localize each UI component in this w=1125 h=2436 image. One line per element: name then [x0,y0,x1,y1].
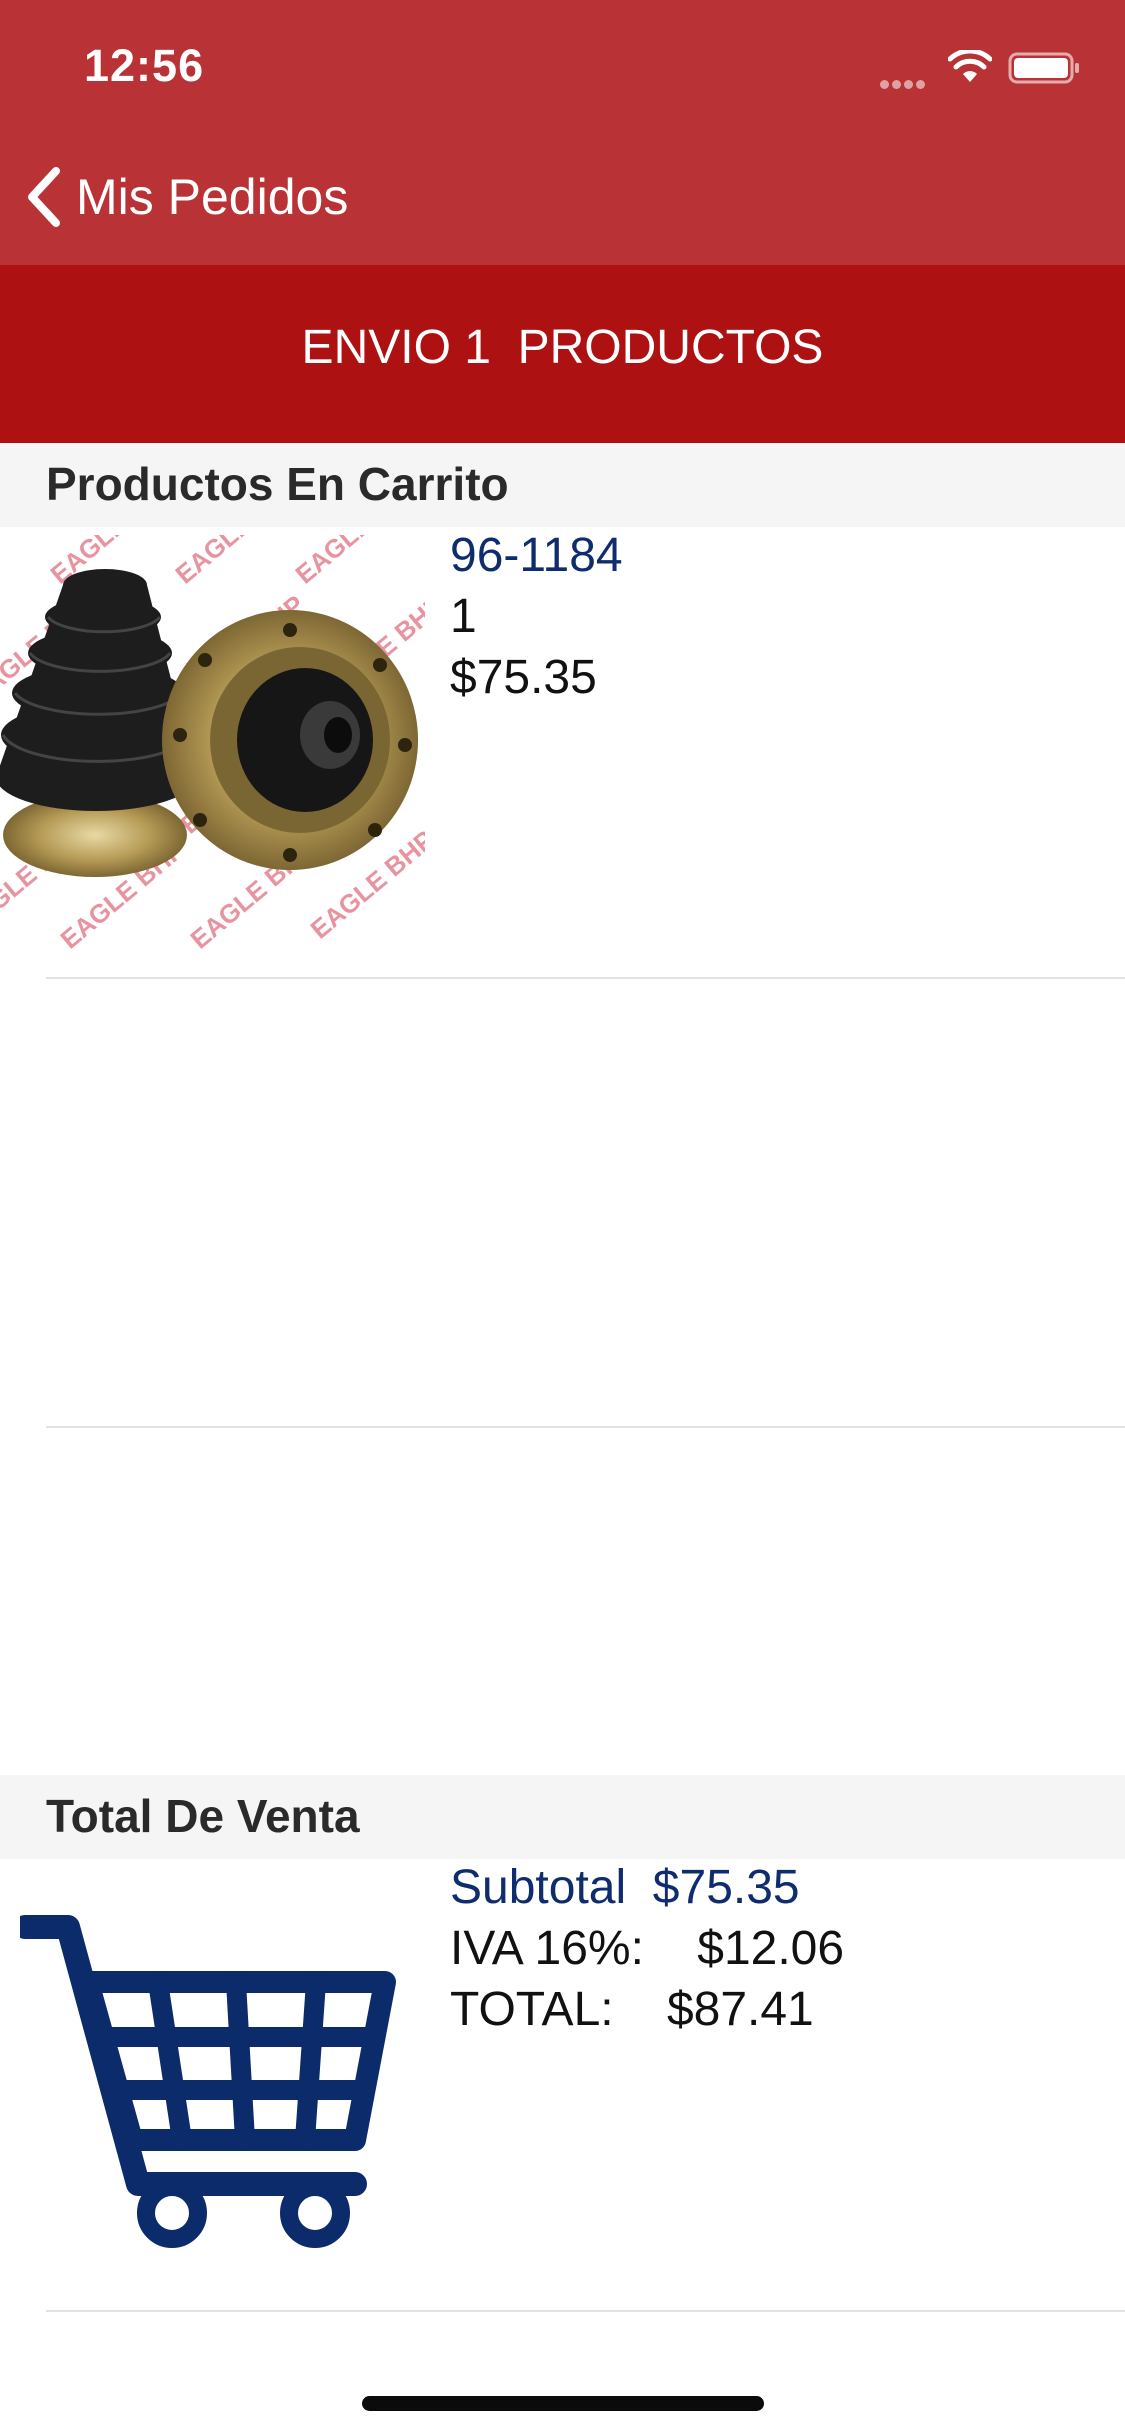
navigation-bar: 12:56 Mis Pedidos [0,0,1125,265]
product-image[interactable]: EAGLE BHP EAGLE BHP EAGLE BHP EAGLE BHP … [0,535,425,965]
totals-section-header: Total De Venta [0,1775,1125,1859]
chevron-left-icon [28,167,60,227]
wifi-icon [947,48,993,89]
product-code: 96-1184 [450,529,623,582]
cart-section-title: Productos En Carrito [46,458,509,510]
shipment-banner-label: ENVIO 1 PRODUCTOS [301,321,824,374]
back-label: Mis Pedidos [76,169,349,225]
cart-section-header: Productos En Carrito [0,443,1125,527]
signal-icon [880,76,928,94]
product-price: $75.35 [450,651,597,704]
tax-line: IVA 16%: $12.06 [450,1922,845,1975]
battery-icon [1008,52,1082,89]
totals-section-title: Total De Venta [46,1790,360,1842]
svg-text:EAGLE BHP: EAGLE BHP [290,535,425,590]
status-time: 12:56 [84,40,205,91]
svg-text:EAGLE BHP: EAGLE BHP [170,535,305,590]
cart-item[interactable]: 96-1184 1 $75.35 [450,525,623,708]
cart-icon [13,1910,400,2260]
row-divider [46,2310,1125,2312]
home-indicator[interactable] [362,2396,764,2411]
row-divider [46,1426,1125,1428]
subtotal-line: Subtotal $75.35 [450,1861,800,1914]
back-button[interactable]: Mis Pedidos [24,162,348,232]
shipment-banner: ENVIO 1 PRODUCTOS [0,265,1125,443]
totals-summary: Subtotal $75.35 IVA 16%: $12.06 TOTAL: $… [450,1857,844,2040]
total-line: TOTAL: $87.41 [450,1983,814,2036]
product-quantity: 1 [450,590,477,643]
row-divider [46,977,1125,979]
